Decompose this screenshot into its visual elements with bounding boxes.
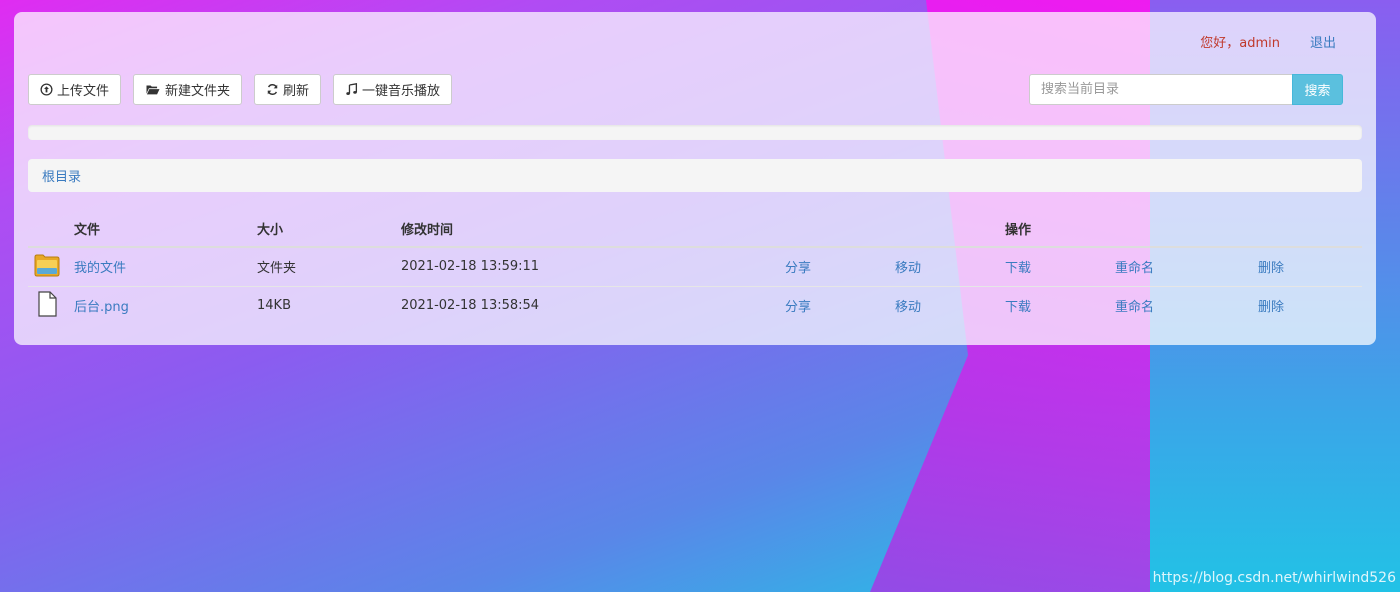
upload-progress-bar	[28, 125, 1362, 140]
upload-button-label: 上传文件	[57, 84, 110, 99]
rename-cell: 重命名	[1115, 246, 1225, 286]
move-link[interactable]: 移动	[895, 300, 921, 315]
share-link[interactable]: 分享	[785, 300, 811, 315]
refresh-icon	[267, 84, 278, 95]
breadcrumb: 根目录	[28, 159, 1362, 192]
logout-link[interactable]: 退出	[1310, 32, 1336, 51]
file-size-cell: 14KB	[257, 285, 401, 325]
download-cell: 下载	[1005, 285, 1115, 325]
music-note-icon	[346, 83, 358, 95]
file-modified-cell: 2021-02-18 13:58:54	[401, 285, 785, 325]
folder-icon	[34, 254, 60, 277]
download-cell: 下载	[1005, 246, 1115, 286]
header-icon-cell	[28, 211, 74, 248]
table-header-row: 文件 大小 修改时间 操作	[28, 211, 1362, 248]
share-cell: 分享	[785, 246, 895, 286]
header-actions: 操作	[1005, 211, 1115, 248]
search-button[interactable]: 搜索	[1292, 74, 1343, 105]
move-link[interactable]: 移动	[895, 261, 921, 276]
file-size-cell: 文件夹	[257, 246, 401, 286]
breadcrumb-root-link[interactable]: 根目录	[42, 166, 81, 185]
file-name-cell: 后台.png	[74, 285, 257, 325]
header-spacer-4	[1225, 211, 1362, 248]
file-icon	[38, 291, 57, 317]
file-table: 文件 大小 修改时间 操作 我的文件 文件夹 2021-02-18 13:59:…	[28, 211, 1362, 325]
delete-cell: 删除	[1225, 246, 1362, 286]
row-icon-cell	[28, 246, 74, 286]
share-link[interactable]: 分享	[785, 261, 811, 276]
table-row: 我的文件 文件夹 2021-02-18 13:59:11 分享 移动 下载 重命…	[28, 246, 1362, 286]
user-bar: 您好，admin 退出	[1200, 32, 1336, 51]
new-folder-button-label: 新建文件夹	[165, 84, 231, 99]
folder-open-icon	[146, 85, 160, 95]
rename-link[interactable]: 重命名	[1115, 261, 1154, 276]
search-input[interactable]	[1029, 74, 1292, 105]
delete-link[interactable]: 删除	[1258, 261, 1284, 276]
watermark-text: https://blog.csdn.net/whirlwind526	[1152, 570, 1396, 586]
file-modified-cell: 2021-02-18 13:59:11	[401, 246, 785, 286]
rename-link[interactable]: 重命名	[1115, 300, 1154, 315]
download-link[interactable]: 下载	[1005, 300, 1031, 315]
file-name-link[interactable]: 后台.png	[74, 300, 129, 315]
refresh-button-label: 刷新	[283, 84, 310, 99]
file-name-link[interactable]: 我的文件	[74, 261, 126, 276]
toolbar: 上传文件 新建文件夹 刷新 一键音乐播放	[28, 74, 453, 105]
music-play-button[interactable]: 一键音乐播放	[333, 74, 453, 105]
header-spacer-2	[895, 211, 1005, 248]
delete-link[interactable]: 删除	[1258, 300, 1284, 315]
file-manager-panel: 您好，admin 退出 上传文件 新建文件夹 刷新 一键音乐播放 搜索当前目录 …	[14, 12, 1376, 345]
greeting-text: 您好，admin	[1200, 36, 1280, 51]
search-group: 搜索	[1029, 74, 1343, 105]
file-name-cell: 我的文件	[74, 246, 257, 286]
new-folder-button[interactable]: 新建文件夹	[133, 74, 243, 105]
header-spacer-3	[1115, 211, 1225, 248]
upload-button[interactable]: 上传文件	[28, 74, 122, 105]
table-row: 后台.png 14KB 2021-02-18 13:58:54 分享 移动 下载…	[28, 285, 1362, 325]
refresh-button[interactable]: 刷新	[254, 74, 322, 105]
header-modified: 修改时间	[401, 211, 785, 248]
download-link[interactable]: 下载	[1005, 261, 1031, 276]
move-cell: 移动	[895, 246, 1005, 286]
header-size: 大小	[257, 211, 401, 248]
row-icon-cell	[28, 285, 74, 325]
rename-cell: 重命名	[1115, 285, 1225, 325]
header-file: 文件	[74, 211, 257, 248]
move-cell: 移动	[895, 285, 1005, 325]
share-cell: 分享	[785, 285, 895, 325]
delete-cell: 删除	[1225, 285, 1362, 325]
music-play-button-label: 一键音乐播放	[362, 84, 441, 99]
header-spacer-1	[785, 211, 895, 248]
upload-circle-icon	[40, 83, 53, 96]
